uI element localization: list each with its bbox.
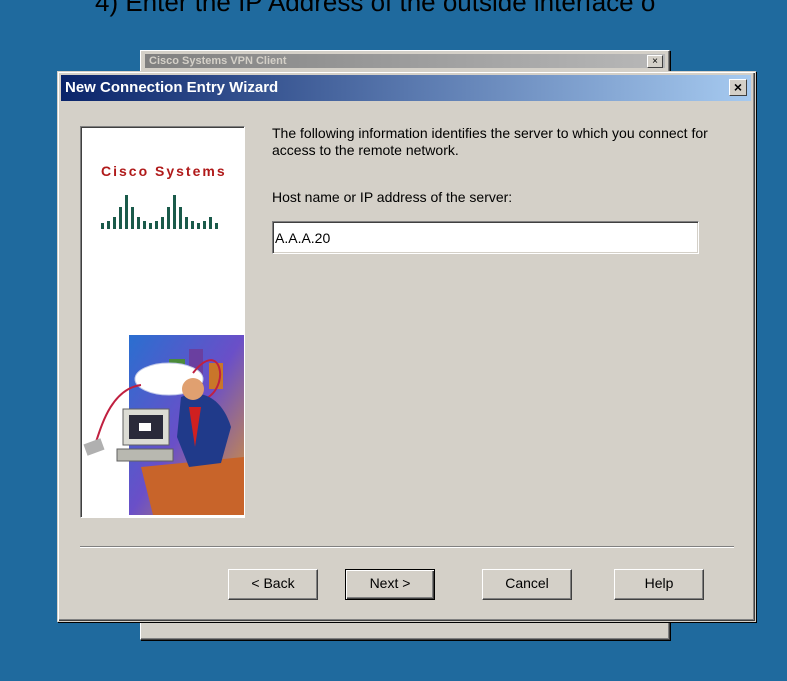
dialog-title: New Connection Entry Wizard — [65, 79, 279, 96]
close-button[interactable]: × — [729, 79, 747, 96]
cisco-logo-text: Cisco Systems — [101, 163, 227, 179]
dialog-titlebar[interactable]: New Connection Entry Wizard × — [61, 75, 751, 101]
background-close-icon: × — [647, 55, 663, 68]
wizard-side-panel: Cisco Systems — [80, 126, 245, 518]
close-icon: × — [733, 79, 743, 95]
new-connection-wizard-dialog: New Connection Entry Wizard × Cisco Syst… — [57, 71, 756, 622]
back-button[interactable]: < Back — [228, 569, 318, 600]
server-info-text: The following information identifies the… — [272, 125, 708, 158]
host-field-label: Host name or IP address of the server: — [272, 189, 513, 205]
next-button[interactable]: Next > — [345, 569, 435, 600]
button-separator — [80, 546, 734, 548]
cancel-button[interactable]: Cancel — [482, 569, 572, 600]
host-address-input[interactable] — [272, 221, 699, 254]
help-button[interactable]: Help — [614, 569, 704, 600]
cisco-logo-bars — [101, 195, 218, 229]
background-window-title: Cisco Systems VPN Client — [145, 54, 665, 68]
instruction-text: 4) Enter the IP Address of the outside i… — [95, 0, 656, 17]
